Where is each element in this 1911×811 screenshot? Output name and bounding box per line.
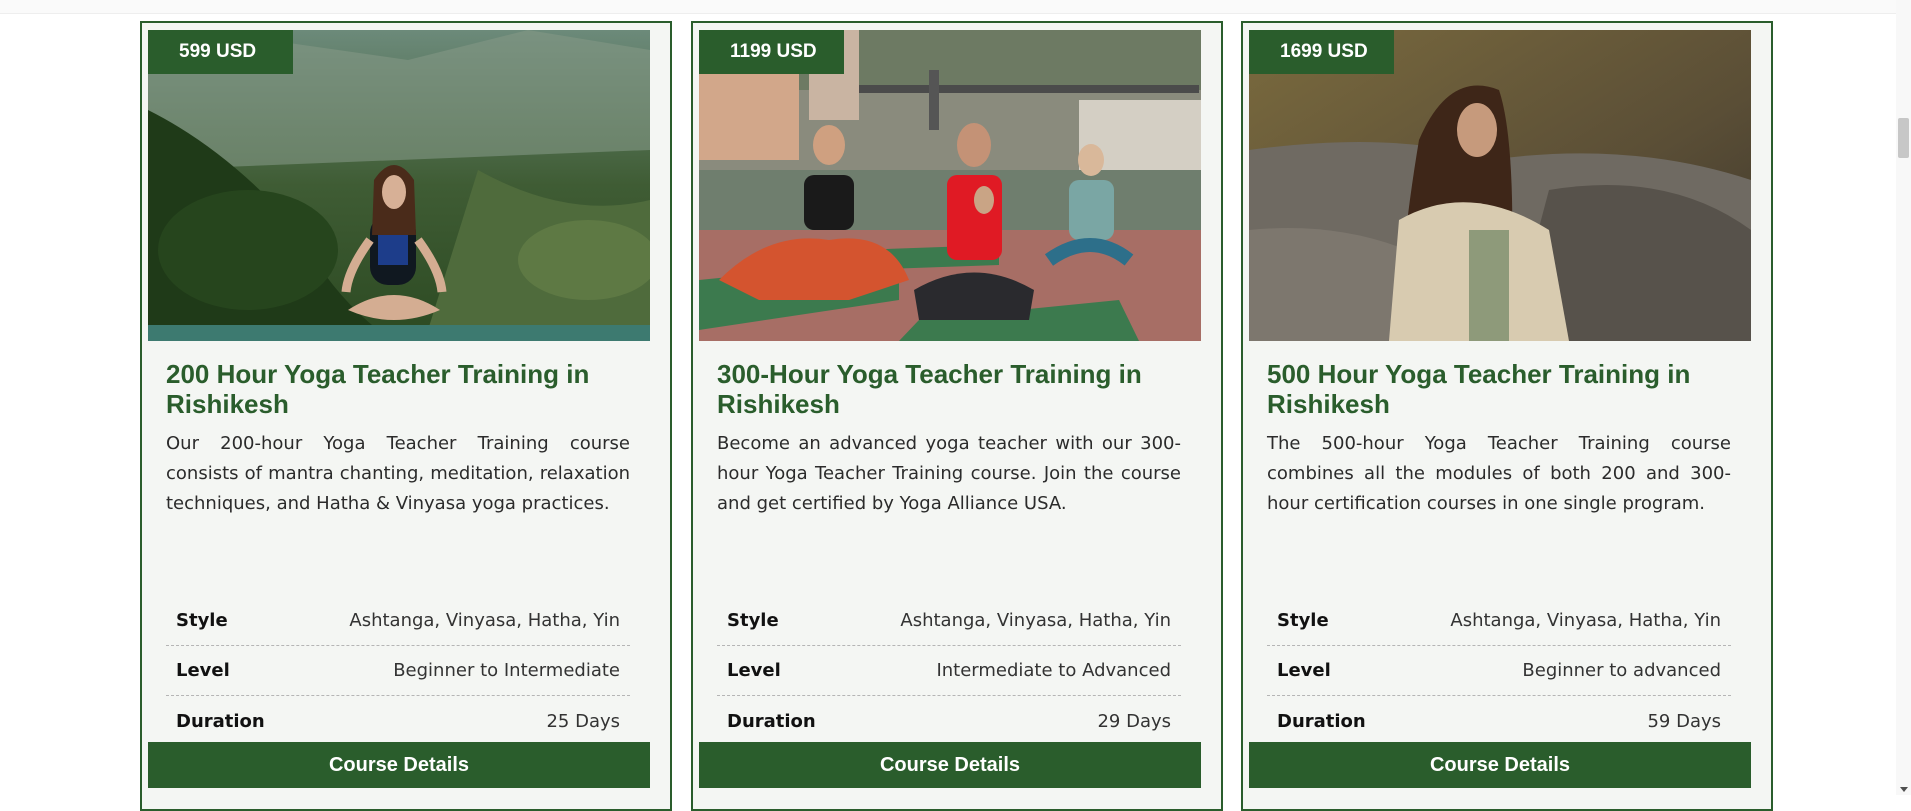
detail-value: Beginner to advanced xyxy=(1522,660,1721,681)
detail-row-duration: Duration 25 Days xyxy=(166,696,630,746)
course-image-group-yoga-by-river xyxy=(699,30,1201,341)
vertical-scrollbar[interactable] xyxy=(1896,0,1911,795)
course-image-woman-meditating-by-river xyxy=(148,30,650,341)
course-card-500-hour: 1699 USD 500 Hour Yoga Teacher Training … xyxy=(1241,21,1773,811)
scrollbar-thumb[interactable] xyxy=(1898,118,1909,158)
detail-row-duration: Duration 59 Days xyxy=(1267,696,1731,746)
detail-label: Level xyxy=(1277,660,1331,681)
detail-label: Style xyxy=(1277,610,1329,631)
course-details-table: Style Ashtanga, Vinyasa, Hatha, Yin Leve… xyxy=(717,596,1181,746)
detail-label: Duration xyxy=(1277,710,1366,732)
course-details-button[interactable]: Course Details xyxy=(1249,742,1751,788)
detail-row-level: Level Beginner to advanced xyxy=(1267,646,1731,696)
detail-label: Level xyxy=(727,660,781,681)
detail-label: Style xyxy=(176,610,228,631)
course-image-woman-meditating-on-rocks xyxy=(1249,30,1751,341)
detail-value: Beginner to Intermediate xyxy=(393,660,620,681)
course-card-300-hour: 1199 USD 300-Hour Yoga Teacher Training … xyxy=(691,21,1223,811)
top-header-strip xyxy=(0,0,1896,14)
course-description: Become an advanced yoga teacher with our… xyxy=(717,433,1181,514)
detail-row-level: Level Beginner to Intermediate xyxy=(166,646,630,696)
detail-value: 25 Days xyxy=(546,710,620,732)
course-card-200-hour: 599 USD 200 Hour Yoga Teacher Training i… xyxy=(140,21,672,811)
course-details-table: Style Ashtanga, Vinyasa, Hatha, Yin Leve… xyxy=(1267,596,1731,746)
detail-label: Duration xyxy=(727,710,816,732)
detail-row-style: Style Ashtanga, Vinyasa, Hatha, Yin xyxy=(166,596,630,646)
course-title: 300-Hour Yoga Teacher Training in Rishik… xyxy=(717,359,1142,419)
scroll-down-arrow-icon[interactable] xyxy=(1900,787,1908,792)
detail-value: Ashtanga, Vinyasa, Hatha, Yin xyxy=(1450,610,1721,631)
detail-value: Ashtanga, Vinyasa, Hatha, Yin xyxy=(900,610,1171,631)
price-badge: 1199 USD xyxy=(699,30,844,74)
detail-value: Ashtanga, Vinyasa, Hatha, Yin xyxy=(349,610,620,631)
course-title: 500 Hour Yoga Teacher Training in Rishik… xyxy=(1267,359,1691,419)
detail-value: 59 Days xyxy=(1647,710,1721,732)
detail-row-style: Style Ashtanga, Vinyasa, Hatha, Yin xyxy=(1267,596,1731,646)
course-details-button[interactable]: Course Details xyxy=(148,742,650,788)
detail-label: Style xyxy=(727,610,779,631)
course-title: 200 Hour Yoga Teacher Training in Rishik… xyxy=(166,359,590,419)
course-details-button[interactable]: Course Details xyxy=(699,742,1201,788)
course-description: The 500-hour Yoga Teacher Training cours… xyxy=(1267,433,1731,514)
price-badge: 1699 USD xyxy=(1249,30,1394,74)
detail-row-duration: Duration 29 Days xyxy=(717,696,1181,746)
detail-value: 29 Days xyxy=(1097,710,1171,732)
course-description: Our 200-hour Yoga Teacher Training cours… xyxy=(166,433,630,514)
detail-value: Intermediate to Advanced xyxy=(936,660,1171,681)
course-details-table: Style Ashtanga, Vinyasa, Hatha, Yin Leve… xyxy=(166,596,630,746)
detail-row-level: Level Intermediate to Advanced xyxy=(717,646,1181,696)
detail-row-style: Style Ashtanga, Vinyasa, Hatha, Yin xyxy=(717,596,1181,646)
detail-label: Duration xyxy=(176,710,265,732)
detail-label: Level xyxy=(176,660,230,681)
price-badge: 599 USD xyxy=(148,30,293,74)
